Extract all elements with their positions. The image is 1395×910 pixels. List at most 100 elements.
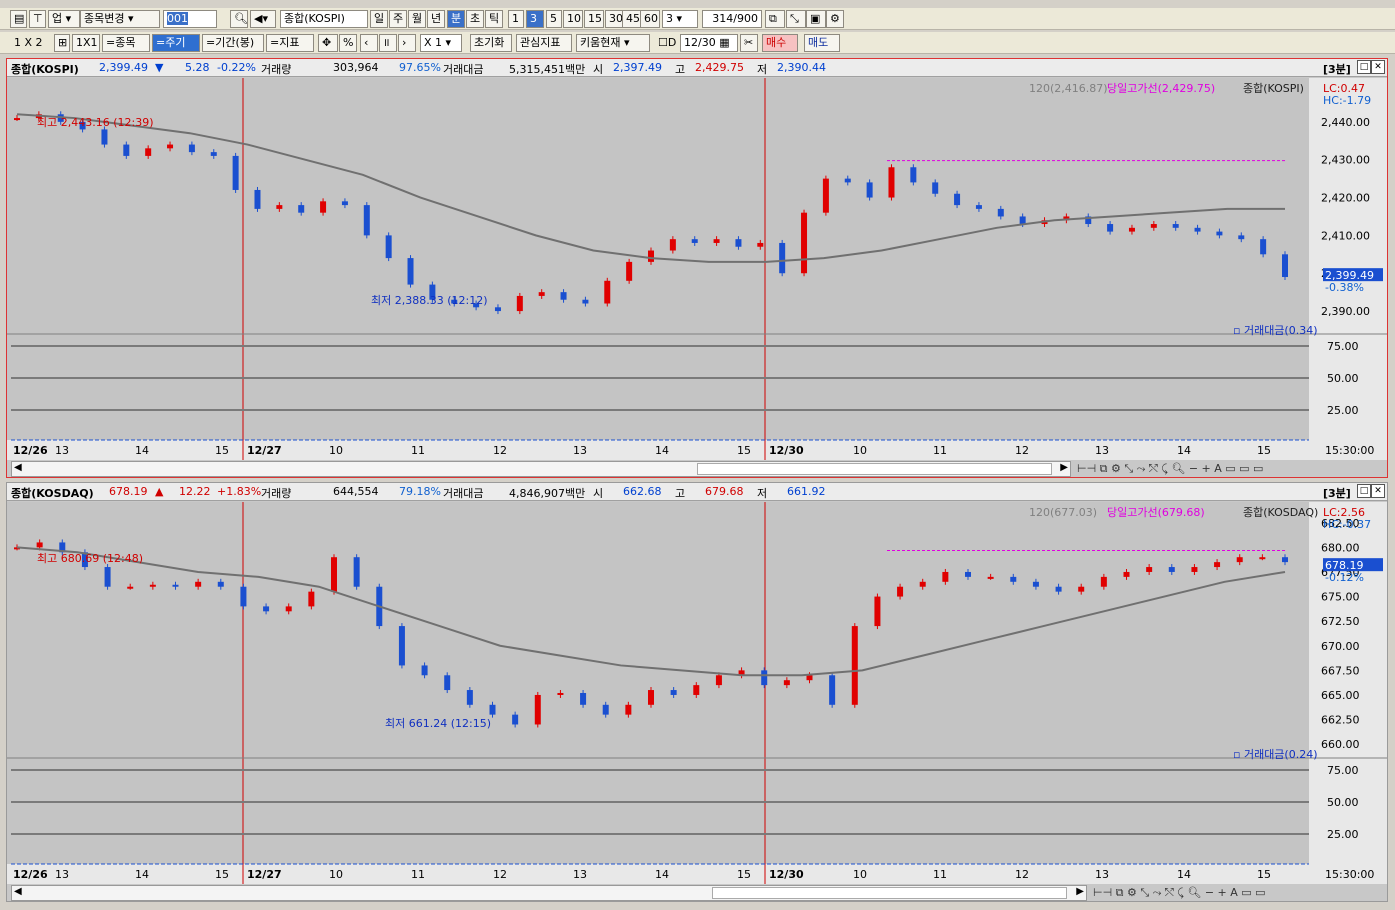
period-week[interactable]: 주: [389, 10, 407, 28]
price-tick-label: 665.00: [1321, 689, 1360, 702]
candle: [36, 542, 43, 548]
buy-button[interactable]: 매수: [762, 34, 798, 52]
sub-tick-label: 50.00: [1327, 372, 1359, 385]
series-legend: 종합(KOSPI): [1243, 82, 1304, 95]
time-tick-label: 14: [655, 444, 669, 457]
scroll-right-icon[interactable]: ▶: [1060, 462, 1068, 473]
date-checkbox[interactable]: ☐D: [654, 34, 678, 52]
period-tick[interactable]: 틱: [485, 10, 503, 28]
candle: [806, 675, 813, 681]
candle: [932, 182, 939, 194]
interval-select[interactable]: 3 ▾: [662, 10, 698, 28]
settings-icon[interactable]: ⚙: [826, 10, 844, 28]
candle: [341, 201, 348, 206]
interval-3[interactable]: 3: [526, 10, 544, 28]
period-day[interactable]: 일: [370, 10, 388, 28]
kosdaq-scrollbar[interactable]: ◀ ▶: [11, 885, 1087, 901]
sync-range-button[interactable]: =기간(봉): [202, 34, 264, 52]
time-tick-label: 13: [1095, 444, 1109, 457]
interval-1[interactable]: 1: [508, 10, 524, 28]
sound-icon[interactable]: ◀▾: [250, 10, 276, 28]
watch-indicator-button[interactable]: 관심지표: [516, 34, 572, 52]
sub-tick-label: 75.00: [1327, 764, 1359, 777]
volume-label: 거래량: [261, 487, 292, 500]
layout-label[interactable]: 1 X 2: [10, 34, 52, 52]
change-percent: -0.22%: [217, 61, 256, 74]
scissors-icon[interactable]: ✂: [740, 34, 758, 52]
price-tick-label: 680.00: [1321, 541, 1360, 554]
candle: [1055, 586, 1062, 592]
pause-icon[interactable]: ॥: [379, 34, 397, 52]
candle: [298, 205, 305, 213]
interval-10[interactable]: 10: [563, 10, 583, 28]
kiwoom-select[interactable]: 키움현재 ▾: [576, 34, 650, 52]
interval-45[interactable]: 45: [622, 10, 642, 28]
candle: [489, 704, 496, 715]
candle: [1100, 576, 1107, 587]
interval-60[interactable]: 60: [640, 10, 660, 28]
date-value: 12/30: [684, 36, 716, 49]
candle: [693, 685, 700, 695]
maximize-icon[interactable]: □: [1357, 60, 1371, 74]
date-field[interactable]: 12/30 ▦: [680, 34, 738, 52]
candle: [534, 694, 541, 725]
chart-tool-icons[interactable]: ⊢⊣ ⧉ ⚙ ⤡ ⤳ ⤲ ⤹ 🔍︎ − + A ▭ ▭: [1093, 886, 1266, 900]
pin-icon[interactable]: ⊤: [29, 10, 46, 28]
period-month[interactable]: 월: [408, 10, 426, 28]
period-minute[interactable]: 분: [447, 10, 465, 28]
scroll-right-icon[interactable]: ▶: [1076, 886, 1084, 897]
kosdaq-chart-panel: 종합(KOSDAQ) 678.19 ▲ 12.22 +1.83% 거래량 644…: [6, 482, 1388, 902]
candle: [866, 182, 873, 198]
kospi-chart-canvas[interactable]: 2,440.002,430.002,420.002,410.002,400.00…: [7, 78, 1387, 460]
candle: [1191, 567, 1198, 572]
ratio-button[interactable]: 1X1: [72, 34, 100, 52]
sync-period-button[interactable]: =주기: [152, 34, 200, 52]
time-tick-label: 12: [1015, 868, 1029, 881]
min-annotation: 최저 2,388.33 (12:12): [371, 294, 488, 307]
index-name: 종합(KOSDAQ): [11, 487, 94, 500]
chart-tool-icons[interactable]: ⊢⊣ ⧉ ⚙ ⤡ ⤳ ⤲ ⤹ 🔍︎ − + A ▭ ▭ ▭: [1077, 462, 1263, 476]
stock-change-select[interactable]: 종목변경 ▾: [80, 10, 160, 28]
candle: [1150, 224, 1157, 228]
price-tick-label: 662.50: [1321, 714, 1360, 727]
save-icon[interactable]: ▣: [806, 10, 826, 28]
search-icon[interactable]: 🔍︎: [230, 10, 248, 28]
sync-stock-button[interactable]: =종목: [102, 34, 150, 52]
scroll-left-icon[interactable]: ◀: [14, 886, 22, 897]
maximize-icon[interactable]: □: [1357, 484, 1371, 498]
crosshair-icon[interactable]: ⤡: [786, 10, 806, 28]
period-second[interactable]: 초: [466, 10, 484, 28]
current-percent-tag: -0.12%: [1325, 571, 1364, 584]
code-input[interactable]: 001: [163, 10, 217, 28]
count-field[interactable]: 314/900: [702, 10, 762, 28]
candle: [761, 670, 768, 686]
sub-tick-label: 25.00: [1327, 404, 1359, 417]
scroll-thumb[interactable]: [697, 463, 1052, 475]
multiplier-select[interactable]: X 1 ▾: [420, 34, 462, 52]
kospi-chart-panel: 종합(KOSPI) 2,399.49 ▼ 5.28 -0.22% 거래량 303…: [6, 58, 1388, 478]
reset-button[interactable]: 초기화: [470, 34, 512, 52]
period-year[interactable]: 년: [427, 10, 445, 28]
close-icon[interactable]: ✕: [1371, 60, 1385, 74]
kosdaq-chart-canvas[interactable]: 682.50680.00677.50675.00672.50670.00667.…: [7, 502, 1387, 884]
time-tick-label: 11: [411, 868, 425, 881]
ma-legend: 120(677.03): [1029, 506, 1097, 519]
interval-15[interactable]: 15: [584, 10, 604, 28]
close-icon[interactable]: ✕: [1371, 484, 1385, 498]
sell-button[interactable]: 매도: [804, 34, 840, 52]
percent-button[interactable]: %: [339, 34, 357, 52]
candle: [1168, 567, 1175, 572]
kospi-scrollbar[interactable]: ◀ ▶: [11, 461, 1071, 477]
interval-5[interactable]: 5: [546, 10, 562, 28]
candle: [145, 148, 152, 156]
scroll-thumb[interactable]: [712, 887, 1067, 899]
grid-icon[interactable]: ⊞: [54, 34, 70, 52]
window-icon[interactable]: ▤: [10, 10, 27, 28]
move-icon[interactable]: ✥: [318, 34, 338, 52]
sync-indicator-button[interactable]: =지표: [266, 34, 314, 52]
compare-icon[interactable]: ⧉: [765, 10, 785, 28]
scroll-left-icon[interactable]: ◀: [14, 462, 22, 473]
market-select[interactable]: 업 ▾: [48, 10, 80, 28]
next-icon[interactable]: ›: [398, 34, 416, 52]
prev-icon[interactable]: ‹: [360, 34, 378, 52]
